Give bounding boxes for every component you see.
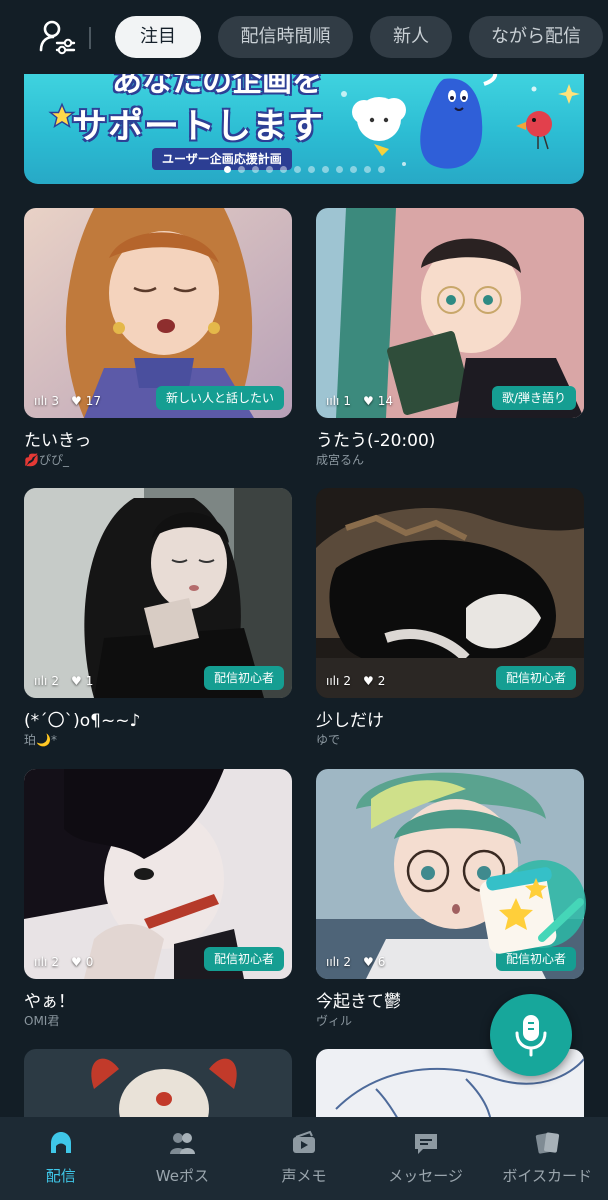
heart-icon: ♥ xyxy=(70,394,82,408)
listeners-icon: ıılı xyxy=(34,394,48,408)
stream-thumbnail[interactable]: ıılı 2 ♥ 1 配信初心者 xyxy=(24,488,292,698)
carousel-dot xyxy=(322,166,329,173)
start-broadcast-button[interactable] xyxy=(490,994,572,1076)
like-count: 14 xyxy=(377,394,394,408)
nav-messages[interactable]: メッセージ xyxy=(365,1117,487,1200)
like-count: 0 xyxy=(85,955,94,969)
listeners-icon: ıılı xyxy=(34,674,48,688)
stream-card[interactable]: ıılı 3 ♥ 17 新しい人と話したい たいきっ 💋ぴぴ_ xyxy=(24,208,292,468)
carousel-dot xyxy=(308,166,315,173)
stream-tag: 配信初心者 xyxy=(495,666,576,690)
banner-top-text: あなたの企画を xyxy=(112,74,322,99)
stream-title: うたう(-20:00) xyxy=(316,431,436,451)
people-icon xyxy=(170,1133,196,1154)
stream-stats: ıılı 2 ♥ 0 xyxy=(34,955,101,969)
listeners-icon: ıılı xyxy=(34,955,48,969)
carousel-dot xyxy=(224,166,231,173)
stream-title: 少しだけ xyxy=(316,711,384,731)
stream-title: やぁ！ xyxy=(24,992,75,1012)
listener-count: 1 xyxy=(343,394,351,408)
nav-label: メッセージ xyxy=(388,1167,463,1185)
carousel-dot xyxy=(280,166,287,173)
carousel-dot xyxy=(238,166,245,173)
like-count: 1 xyxy=(85,674,94,688)
carousel-dot xyxy=(252,166,259,173)
like-count: 6 xyxy=(377,955,386,969)
host-name: 珀🌙* xyxy=(24,733,57,747)
category-tabs: 注目 配信時間順 新人 ながら配信 xyxy=(115,16,608,58)
listeners-icon: ıılı xyxy=(326,394,340,408)
host-name: 💋ぴぴ_ xyxy=(24,453,69,467)
listener-count: 3 xyxy=(51,394,59,408)
heart-icon: ♥ xyxy=(362,955,374,969)
stream-stats: ıılı 3 ♥ 17 xyxy=(34,394,109,408)
nav-label: 声メモ xyxy=(281,1167,327,1185)
stream-tag: 新しい人と話したい xyxy=(155,386,284,410)
stream-tag: 歌/弾き語り xyxy=(491,386,576,410)
live-icon xyxy=(50,1132,71,1153)
carousel-dot xyxy=(294,166,301,173)
nav-voice-card[interactable]: ボイスカード xyxy=(486,1117,608,1200)
listeners-icon: ıılı xyxy=(326,674,340,688)
nav-voice-memo[interactable]: 声メモ xyxy=(243,1117,365,1200)
tab-newcomers[interactable]: 新人 xyxy=(370,16,452,58)
carousel-dot xyxy=(378,166,385,173)
nav-live[interactable]: 配信 xyxy=(0,1117,122,1200)
message-icon xyxy=(414,1134,437,1154)
carousel-indicator xyxy=(224,166,385,173)
mic-icon xyxy=(515,1015,547,1057)
top-bar: 注目 配信時間順 新人 ながら配信 xyxy=(0,0,608,74)
stream-title: たいきっ xyxy=(24,431,92,451)
stream-stats: ıılı 2 ♥ 2 xyxy=(326,674,393,688)
user-filter-icon[interactable] xyxy=(38,18,78,56)
banner-headline: サポートします xyxy=(72,107,325,147)
promo-banner[interactable]: あなたの企画を サポートします ユーザー企画応援計画 xyxy=(24,74,584,184)
heart-icon: ♥ xyxy=(70,955,82,969)
star-icon xyxy=(48,102,76,129)
listener-count: 2 xyxy=(51,955,59,969)
heart-icon: ♥ xyxy=(70,674,82,688)
listener-count: 2 xyxy=(343,674,351,688)
divider xyxy=(89,27,91,49)
stream-card[interactable]: ıılı 2 ♥ 2 配信初心者 少しだけ ゆで xyxy=(316,488,584,748)
nav-label: ボイスカード xyxy=(502,1167,592,1185)
nav-label: Weポス xyxy=(155,1167,209,1185)
stream-card[interactable]: ıılı 2 ♥ 0 配信初心者 やぁ！ OMI君 xyxy=(24,769,292,1029)
stream-thumbnail[interactable]: ıılı 1 ♥ 14 歌/弾き語り xyxy=(316,208,584,418)
like-count: 2 xyxy=(377,674,386,688)
bottom-navigation: 配信 Weポス 声メモ メッセージ ボイスカード xyxy=(0,1117,608,1200)
tab-background-streams[interactable]: ながら配信 xyxy=(469,16,603,58)
host-name: OMI君 xyxy=(24,1014,60,1028)
stream-tag: 配信初心者 xyxy=(203,666,284,690)
carousel-dot xyxy=(266,166,273,173)
stream-stats: ıılı 1 ♥ 14 xyxy=(326,394,401,408)
stream-title: (*´〇`)o¶~~♪ xyxy=(24,711,141,731)
voice-memo-icon xyxy=(292,1130,315,1153)
host-name: 成宮るん xyxy=(316,453,365,467)
stream-stats: ıılı 2 ♥ 6 xyxy=(326,955,393,969)
host-name: ゆで xyxy=(316,733,341,747)
tab-featured[interactable]: 注目 xyxy=(115,16,201,58)
listener-count: 2 xyxy=(51,674,59,688)
stream-stats: ıılı 2 ♥ 1 xyxy=(34,674,101,688)
listener-count: 2 xyxy=(343,955,351,969)
stream-card[interactable]: ıılı 1 ♥ 14 歌/弾き語り うたう(-20:00) 成宮るん xyxy=(316,208,584,468)
stream-card[interactable]: ıılı 2 ♥ 1 配信初心者 (*´〇`)o¶~~♪ 珀🌙* xyxy=(24,488,292,748)
stream-thumbnail[interactable]: ıılı 2 ♥ 2 配信初心者 xyxy=(316,488,584,698)
stream-thumbnail[interactable]: ıılı 2 ♥ 0 配信初心者 xyxy=(24,769,292,979)
event-sticker-icon[interactable] xyxy=(476,858,588,958)
nav-label: 配信 xyxy=(45,1167,76,1185)
stream-tag: 配信初心者 xyxy=(203,947,284,971)
heart-icon: ♥ xyxy=(362,674,374,688)
like-count: 17 xyxy=(85,394,102,408)
carousel-dot xyxy=(364,166,371,173)
stream-thumbnail[interactable]: ıılı 3 ♥ 17 新しい人と話したい xyxy=(24,208,292,418)
listeners-icon: ıılı xyxy=(326,955,340,969)
tab-by-time[interactable]: 配信時間順 xyxy=(218,16,353,58)
heart-icon: ♥ xyxy=(362,394,374,408)
carousel-dot xyxy=(336,166,343,173)
nav-weposu[interactable]: Weポス xyxy=(122,1117,244,1200)
carousel-dot xyxy=(350,166,357,173)
voice-card-icon xyxy=(536,1132,560,1154)
